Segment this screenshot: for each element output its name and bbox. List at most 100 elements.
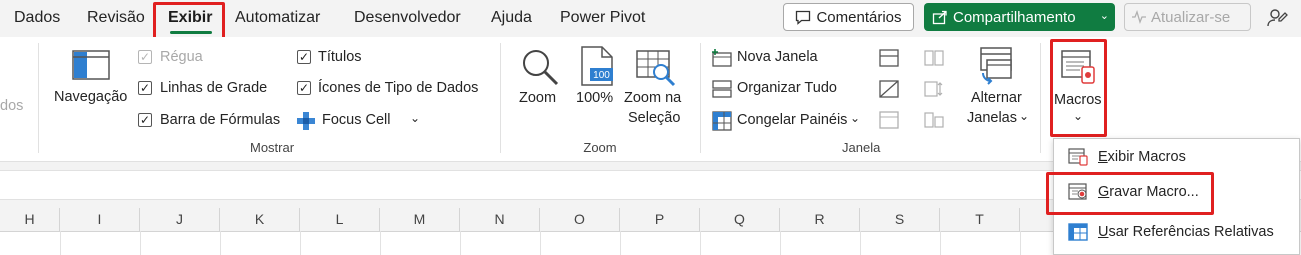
tab-revisao[interactable]: Revisão [87,9,145,27]
update-button-label: Atualizar-se [1151,8,1231,26]
comments-button[interactable]: Comentários [783,3,914,31]
menu-item-exibir-macros[interactable]: Exibir Macros [1054,141,1299,173]
label-linhas-grade[interactable]: Linhas de Grade [160,80,267,96]
column-header-q[interactable]: Q [700,208,780,231]
macros-chevron-icon[interactable]: ⌄ [1073,109,1083,123]
switch-windows-chevron-icon[interactable]: ⌄ [1019,109,1029,123]
active-tab-indicator [170,31,212,34]
focus-cell-button[interactable]: Focus Cell [322,112,391,128]
tab-desenvolvedor[interactable]: Desenvolvedor [354,9,461,27]
update-button[interactable]: Atualizar-se [1124,3,1251,31]
column-header-j[interactable]: J [140,208,220,231]
navigation-pane-icon[interactable] [72,49,110,81]
gridline [700,231,701,255]
column-header-l[interactable]: L [300,208,380,231]
unhide-icon [879,111,899,129]
group-label-zoom: Zoom [583,140,617,155]
chevron-down-icon[interactable]: ⌄ [1100,9,1109,22]
checkbox-titulos[interactable]: ✓ [297,50,311,64]
navigation-button[interactable]: Navegação [54,89,127,105]
zoom-selection-icon[interactable] [636,47,676,87]
group-separator [500,43,501,153]
share-button[interactable]: Compartilhamento ⌄ [924,3,1115,31]
column-header-p[interactable]: P [620,208,700,231]
tab-exibir[interactable]: Exibir [168,9,212,27]
checkbox-barra-formulas[interactable]: ✓ [138,113,152,127]
column-header-h[interactable]: H [0,208,60,231]
tab-automatizar[interactable]: Automatizar [235,9,320,27]
pulse-icon [1132,10,1146,24]
column-header-r[interactable]: R [780,208,860,231]
gridline [940,231,941,255]
split-icon[interactable] [879,49,899,67]
view-macros-icon [1068,148,1088,166]
gridline [540,231,541,255]
coauthoring-icon[interactable] [1266,6,1288,28]
arrange-all-button[interactable]: Organizar Tudo [737,80,837,96]
gridline [140,231,141,255]
group-separator [700,43,701,153]
freeze-panes-chevron-icon[interactable]: ⌄ [850,111,860,125]
comment-icon [796,10,811,25]
gridline [380,231,381,255]
macros-dropdown-menu: Exibir Macros Gravar Macro... Usar Refer… [1053,138,1300,255]
checkbox-linhas-grade[interactable]: ✓ [138,81,152,95]
label-regua: Régua [160,49,203,65]
synchronous-scrolling-icon [924,81,943,97]
gridline [300,231,301,255]
macros-button[interactable]: Macros [1054,92,1102,108]
checkbox-icones-tipo[interactable]: ✓ [297,81,311,95]
column-header-t[interactable]: T [940,208,1020,231]
zoom-magnifier-icon[interactable] [520,47,560,87]
ribbon-tab-bar: Dados Revisão Exibir Automatizar Desenvo… [0,0,1301,37]
tab-ajuda[interactable]: Ajuda [491,9,532,27]
macros-icon[interactable] [1060,49,1098,87]
switch-windows-label-2[interactable]: Janelas [967,110,1017,126]
gridline [780,231,781,255]
menu-item-label: Usar Referências Relativas [1098,224,1274,240]
zoom-button[interactable]: Zoom [519,90,556,106]
zoom-selection-label-2[interactable]: Seleção [628,110,680,126]
zoom-selection-label-1[interactable]: Zoom na [624,90,681,106]
menu-item-usar-referencias-relativas[interactable]: Usar Referências Relativas [1054,216,1299,248]
gridline [860,231,861,255]
new-window-icon[interactable] [712,49,732,67]
share-button-label: Compartilhamento [953,8,1076,26]
record-macro-icon [1068,183,1087,200]
tab-dados[interactable]: Dados [14,9,60,27]
zoom-100-icon-text: 100 [593,70,610,81]
relative-references-icon [1068,223,1088,241]
label-barra-formulas[interactable]: Barra de Fórmulas [160,112,280,128]
label-titulos[interactable]: Títulos [318,49,362,65]
label-icones-tipo[interactable]: Ícones de Tipo de Dados [318,80,478,96]
share-icon [932,10,947,24]
column-header-m[interactable]: M [380,208,460,231]
comments-button-label: Comentários [816,8,902,26]
column-header-n[interactable]: N [460,208,540,231]
group-separator [1040,43,1041,153]
switch-windows-label-1[interactable]: Alternar [971,90,1022,106]
zoom-100-icon[interactable]: 100 [580,46,614,86]
gridline [1020,231,1021,255]
column-header-o[interactable]: O [540,208,620,231]
hide-icon[interactable] [879,80,899,98]
focus-cell-chevron-icon[interactable]: ⌄ [410,111,420,125]
freeze-panes-icon[interactable] [712,111,732,131]
menu-item-gravar-macro[interactable]: Gravar Macro... [1054,176,1299,208]
gridline [460,231,461,255]
column-header-s[interactable]: S [860,208,940,231]
new-window-button[interactable]: Nova Janela [737,49,818,65]
column-header-i[interactable]: I [60,208,140,231]
column-header-k[interactable]: K [220,208,300,231]
gridline [60,231,61,255]
tab-power-pivot[interactable]: Power Pivot [560,9,645,27]
freeze-panes-button[interactable]: Congelar Painéis [737,112,847,128]
zoom-100-button[interactable]: 100% [576,90,613,106]
gridline [220,231,221,255]
group-separator [38,43,39,153]
arrange-all-icon[interactable] [712,80,732,98]
truncated-label: dos [0,98,24,114]
menu-item-label: Gravar Macro... [1098,184,1199,200]
switch-windows-icon[interactable] [975,47,1017,85]
focus-cell-icon[interactable] [297,112,315,130]
